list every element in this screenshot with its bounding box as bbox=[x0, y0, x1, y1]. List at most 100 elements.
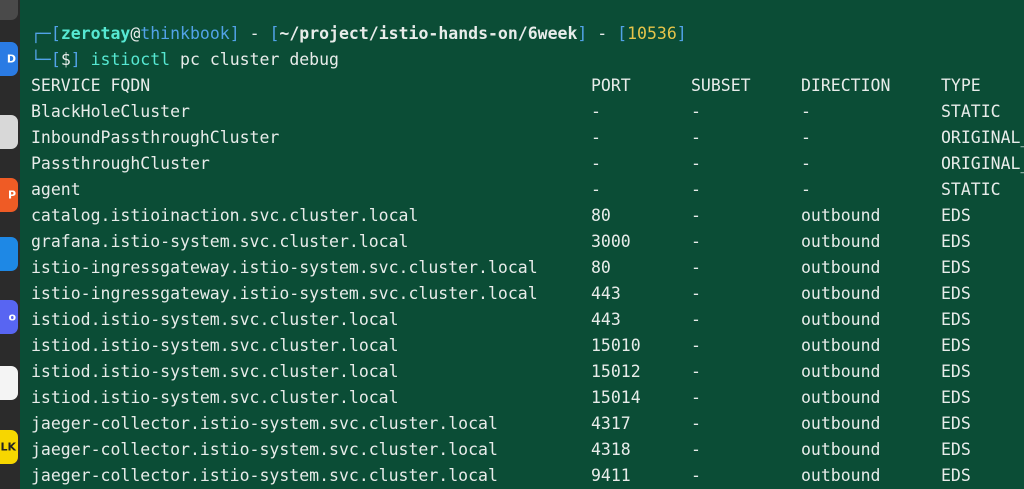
prompt-path: ~/project/istio-hands-on/6week bbox=[279, 24, 578, 43]
cell-port: 4318 bbox=[591, 440, 631, 459]
files-app-icon[interactable] bbox=[0, 115, 18, 149]
prompt-line-2: └─[$] istioctl pc cluster debug bbox=[31, 50, 339, 69]
prompt-line-1: ┌─[zerotay@thinkbook] - [~/project/istio… bbox=[31, 24, 687, 43]
cell-port: - bbox=[591, 154, 601, 173]
table-row: jaeger-collector.istio-system.svc.cluste… bbox=[31, 463, 1024, 489]
cell-fqdn: jaeger-collector.istio-system.svc.cluste… bbox=[31, 414, 498, 433]
cell-port: 15014 bbox=[591, 388, 641, 407]
slack-app-icon[interactable] bbox=[0, 366, 18, 400]
postman-app-icon[interactable]: P bbox=[0, 178, 18, 212]
table-row: istio-ingressgateway.istio-system.svc.cl… bbox=[31, 281, 1024, 307]
cell-port: - bbox=[591, 180, 601, 199]
kakaotalk-glyph: LK bbox=[0, 440, 16, 454]
cell-type: ORIGINAL_ bbox=[941, 128, 1024, 147]
cell-type: EDS bbox=[941, 284, 971, 303]
cell-fqdn: istiod.istio-system.svc.cluster.local bbox=[31, 388, 399, 407]
cell-type: STATIC bbox=[941, 180, 1001, 199]
header-direction: DIRECTION bbox=[801, 76, 891, 95]
table-row: agent - - - STATIC bbox=[31, 177, 1024, 203]
cell-port: 9411 bbox=[591, 466, 631, 485]
cell-subset: - bbox=[691, 362, 701, 381]
header-subset: SUBSET bbox=[691, 76, 751, 95]
cell-type: EDS bbox=[941, 414, 971, 433]
prompt-separator-2: - bbox=[587, 24, 618, 43]
cell-fqdn: istio-ingressgateway.istio-system.svc.cl… bbox=[31, 284, 538, 303]
discord-glyph: o bbox=[8, 310, 16, 324]
vscode-app-icon[interactable] bbox=[0, 237, 18, 271]
cell-direction: - bbox=[801, 180, 811, 199]
terminal-window[interactable]: ┌─[zerotay@thinkbook] - [~/project/istio… bbox=[31, 0, 1024, 489]
cell-port: 80 bbox=[591, 206, 611, 225]
cell-fqdn: InboundPassthroughCluster bbox=[31, 128, 280, 147]
table-row: istio-ingressgateway.istio-system.svc.cl… bbox=[31, 255, 1024, 281]
cell-subset: - bbox=[691, 206, 701, 225]
cell-fqdn: jaeger-collector.istio-system.svc.cluste… bbox=[31, 466, 498, 485]
cell-subset: - bbox=[691, 284, 701, 303]
cell-direction: outbound bbox=[801, 388, 881, 407]
prompt-host: thinkbook bbox=[140, 24, 230, 43]
cell-type: EDS bbox=[941, 258, 971, 277]
cell-direction: outbound bbox=[801, 414, 881, 433]
kakaotalk-app-icon[interactable]: LK bbox=[0, 430, 18, 464]
cell-fqdn: catalog.istioinaction.svc.cluster.local bbox=[31, 206, 419, 225]
header-fqdn: SERVICE FQDN bbox=[31, 76, 151, 95]
cell-fqdn: BlackHoleCluster bbox=[31, 102, 190, 121]
table-row: istiod.istio-system.svc.cluster.local 150… bbox=[31, 385, 1024, 411]
cell-type: EDS bbox=[941, 388, 971, 407]
cell-direction: outbound bbox=[801, 232, 881, 251]
cell-port: - bbox=[591, 128, 601, 147]
cell-direction: - bbox=[801, 102, 811, 121]
cell-port: 443 bbox=[591, 310, 621, 329]
cell-direction: - bbox=[801, 128, 811, 147]
cell-type: STATIC bbox=[941, 102, 1001, 121]
cell-type: EDS bbox=[941, 232, 971, 251]
cell-port: 80 bbox=[591, 258, 611, 277]
table-row: istiod.istio-system.svc.cluster.local 443… bbox=[31, 307, 1024, 333]
cell-fqdn: istiod.istio-system.svc.cluster.local bbox=[31, 336, 399, 355]
cell-type: EDS bbox=[941, 466, 971, 485]
cell-port: 15012 bbox=[591, 362, 641, 381]
terminal-app-icon[interactable] bbox=[0, 0, 18, 20]
cell-type: EDS bbox=[941, 206, 971, 225]
table-row: istiod.istio-system.svc.cluster.local 150… bbox=[31, 359, 1024, 385]
cell-direction: outbound bbox=[801, 362, 881, 381]
table-row: InboundPassthroughCluster - - - ORIGINAL_ bbox=[31, 125, 1024, 151]
cell-subset: - bbox=[691, 388, 701, 407]
cell-direction: outbound bbox=[801, 310, 881, 329]
app-icon-blue-glyph: D bbox=[6, 52, 16, 66]
cell-fqdn: agent bbox=[31, 180, 81, 199]
cell-port: - bbox=[591, 102, 601, 121]
prompt-user: zerotay bbox=[60, 24, 131, 43]
discord-app-icon[interactable]: o bbox=[0, 300, 18, 334]
cell-subset: - bbox=[691, 258, 701, 277]
cell-fqdn: PassthroughCluster bbox=[31, 154, 210, 173]
table-header: SERVICE FQDN PORT SUBSET DIRECTION TYPE bbox=[31, 73, 1024, 99]
cell-subset: - bbox=[691, 440, 701, 459]
cell-subset: - bbox=[691, 414, 701, 433]
prompt-at: @ bbox=[130, 24, 141, 43]
cell-fqdn: istiod.istio-system.svc.cluster.local bbox=[31, 362, 399, 381]
command-name: istioctl bbox=[90, 50, 171, 69]
cell-port: 15010 bbox=[591, 336, 641, 355]
table-row: grafana.istio-system.svc.cluster.local 30… bbox=[31, 229, 1024, 255]
cell-direction: - bbox=[801, 154, 811, 173]
cell-port: 4317 bbox=[591, 414, 631, 433]
cell-port: 443 bbox=[591, 284, 621, 303]
cell-fqdn: grafana.istio-system.svc.cluster.local bbox=[31, 232, 409, 251]
app-icon-blue[interactable]: D bbox=[0, 42, 18, 76]
cell-direction: outbound bbox=[801, 258, 881, 277]
command-args: pc cluster debug bbox=[170, 50, 339, 69]
cell-subset: - bbox=[691, 336, 701, 355]
table-row: jaeger-collector.istio-system.svc.cluste… bbox=[31, 437, 1024, 463]
table-row: BlackHoleCluster - - - STATIC bbox=[31, 99, 1024, 125]
postman-glyph: P bbox=[7, 188, 16, 202]
cell-subset: - bbox=[691, 128, 701, 147]
app-dock: D Po LK bbox=[0, 0, 20, 489]
table-row: catalog.istioinaction.svc.cluster.local 8… bbox=[31, 203, 1024, 229]
cell-type: EDS bbox=[941, 336, 971, 355]
cell-subset: - bbox=[691, 466, 701, 485]
cell-subset: - bbox=[691, 232, 701, 251]
cell-subset: - bbox=[691, 180, 701, 199]
cell-type: EDS bbox=[941, 310, 971, 329]
cell-fqdn: jaeger-collector.istio-system.svc.cluste… bbox=[31, 440, 498, 459]
